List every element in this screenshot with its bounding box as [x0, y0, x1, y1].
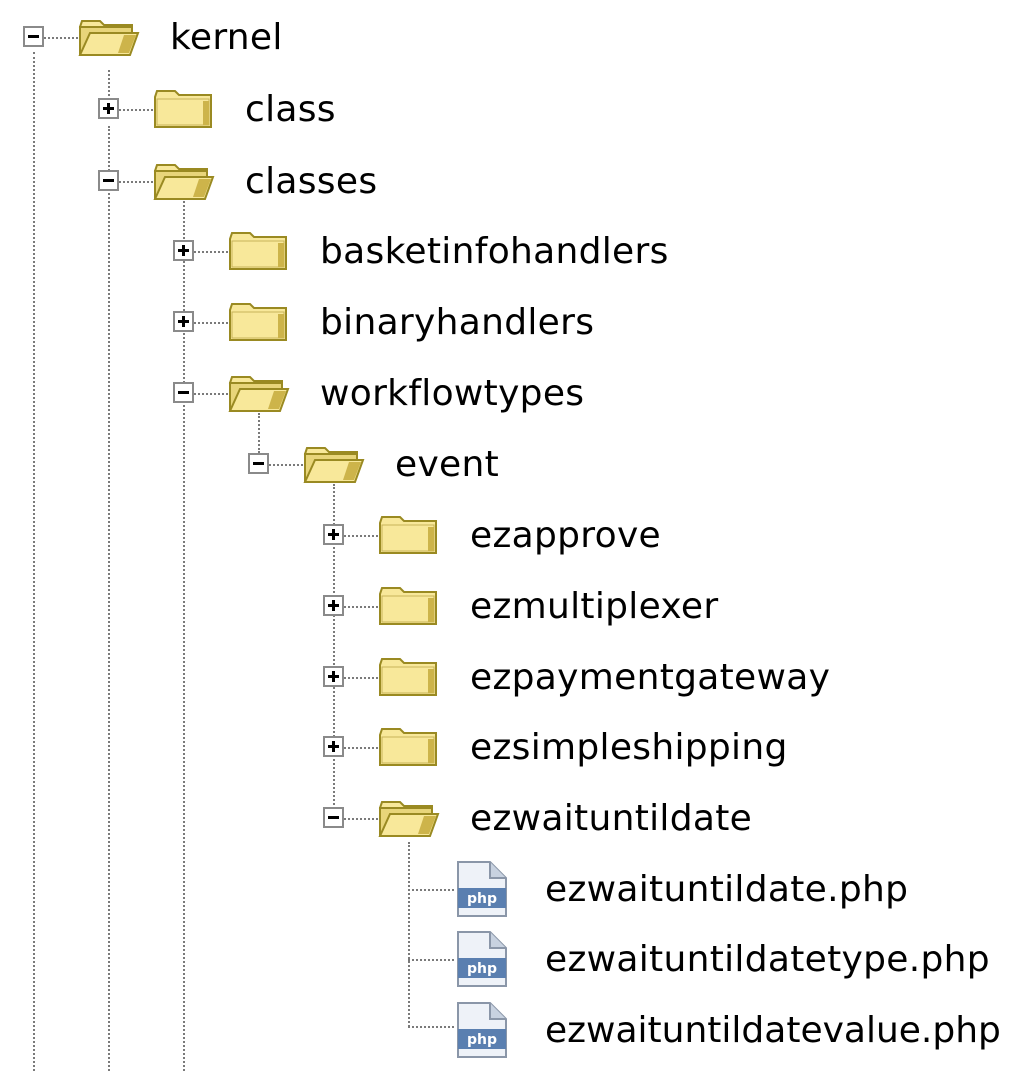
- tree-node-binaryhandlers[interactable]: binaryhandlers: [0, 285, 650, 357]
- tree-connector: [408, 1026, 454, 1028]
- tree-node-ezapprove[interactable]: ezapprove: [0, 498, 700, 570]
- folder-open-icon: [153, 164, 215, 200]
- collapse-toggle[interactable]: [323, 807, 344, 828]
- tree-connector: [119, 109, 153, 111]
- tree-connector: [344, 606, 378, 608]
- tree-file-ezwaituntildatetype-php[interactable]: php ezwaituntildatetype.php: [0, 922, 1029, 994]
- tree-node-label: ezwaituntildatevalue.php: [545, 1010, 1001, 1051]
- tree-node-workflowtypes[interactable]: workflowtypes: [0, 356, 650, 428]
- expand-toggle[interactable]: [323, 524, 344, 545]
- expand-toggle[interactable]: [323, 736, 344, 757]
- tree-node-event[interactable]: event: [0, 427, 560, 499]
- tree-connector: [269, 464, 303, 466]
- tree-connector: [119, 181, 153, 183]
- folder-open-icon: [303, 447, 365, 483]
- tree-connector: [344, 818, 378, 820]
- tree-node-label: classes: [245, 161, 378, 202]
- folder-tree: kernel class classes basketinfohandlers …: [0, 0, 1029, 1071]
- expand-toggle[interactable]: [323, 666, 344, 687]
- folder-open-icon: [228, 376, 290, 412]
- tree-connector: [44, 37, 78, 39]
- tree-node-label: class: [245, 89, 336, 130]
- tree-connector: [344, 677, 378, 679]
- php-badge: php: [467, 891, 497, 907]
- tree-node-ezmultiplexer[interactable]: ezmultiplexer: [0, 569, 750, 641]
- expand-toggle[interactable]: [323, 595, 344, 616]
- php-file-icon: php: [457, 931, 507, 987]
- php-badge: php: [467, 961, 497, 977]
- tree-connector: [344, 535, 378, 537]
- tree-node-kernel[interactable]: kernel: [0, 0, 400, 72]
- expand-toggle[interactable]: [173, 311, 194, 332]
- tree-node-label: ezmultiplexer: [470, 586, 719, 627]
- tree-connector: [194, 393, 228, 395]
- collapse-toggle[interactable]: [23, 26, 44, 47]
- tree-connector: [408, 959, 454, 961]
- tree-node-label: kernel: [170, 17, 283, 58]
- folder-closed-icon: [379, 587, 437, 625]
- php-file-icon: php: [457, 1002, 507, 1058]
- tree-connector: [194, 322, 228, 324]
- folder-closed-icon: [154, 90, 212, 128]
- tree-connector: [344, 747, 378, 749]
- tree-node-label: ezapprove: [470, 515, 661, 556]
- tree-node-label: ezwaituntildate.php: [545, 869, 909, 910]
- expand-toggle[interactable]: [173, 240, 194, 261]
- tree-node-label: ezpaymentgateway: [470, 657, 831, 698]
- tree-node-label: workflowtypes: [320, 373, 585, 414]
- tree-node-ezwaituntildate[interactable]: ezwaituntildate: [0, 781, 800, 853]
- folder-open-icon: [378, 801, 440, 837]
- tree-node-label: ezwaituntildatetype.php: [545, 939, 990, 980]
- tree-node-ezsimpleshipping[interactable]: ezsimpleshipping: [0, 710, 820, 782]
- folder-closed-icon: [379, 658, 437, 696]
- tree-file-ezwaituntildate-php[interactable]: php ezwaituntildate.php: [0, 852, 960, 924]
- folder-closed-icon: [229, 303, 287, 341]
- tree-node-label: binaryhandlers: [320, 302, 595, 343]
- tree-node-label: ezwaituntildate: [470, 798, 753, 839]
- folder-closed-icon: [379, 728, 437, 766]
- collapse-toggle[interactable]: [248, 453, 269, 474]
- tree-connector: [194, 251, 228, 253]
- tree-node-label: event: [395, 444, 500, 485]
- collapse-toggle[interactable]: [98, 170, 119, 191]
- collapse-toggle[interactable]: [173, 382, 194, 403]
- folder-open-icon: [78, 20, 140, 56]
- folder-closed-icon: [229, 232, 287, 270]
- php-badge: php: [467, 1032, 497, 1048]
- tree-connector: [408, 889, 454, 891]
- tree-node-class[interactable]: class: [0, 72, 400, 144]
- tree-node-label: ezsimpleshipping: [470, 727, 788, 768]
- tree-file-ezwaituntildatevalue-php[interactable]: php ezwaituntildatevalue.php: [0, 993, 1029, 1065]
- tree-node-ezpaymentgateway[interactable]: ezpaymentgateway: [0, 640, 880, 712]
- tree-node-basketinfohandlers[interactable]: basketinfohandlers: [0, 214, 720, 286]
- tree-node-classes[interactable]: classes: [0, 144, 450, 216]
- php-file-icon: php: [457, 861, 507, 917]
- expand-toggle[interactable]: [98, 98, 119, 119]
- tree-node-label: basketinfohandlers: [320, 231, 669, 272]
- folder-closed-icon: [379, 516, 437, 554]
